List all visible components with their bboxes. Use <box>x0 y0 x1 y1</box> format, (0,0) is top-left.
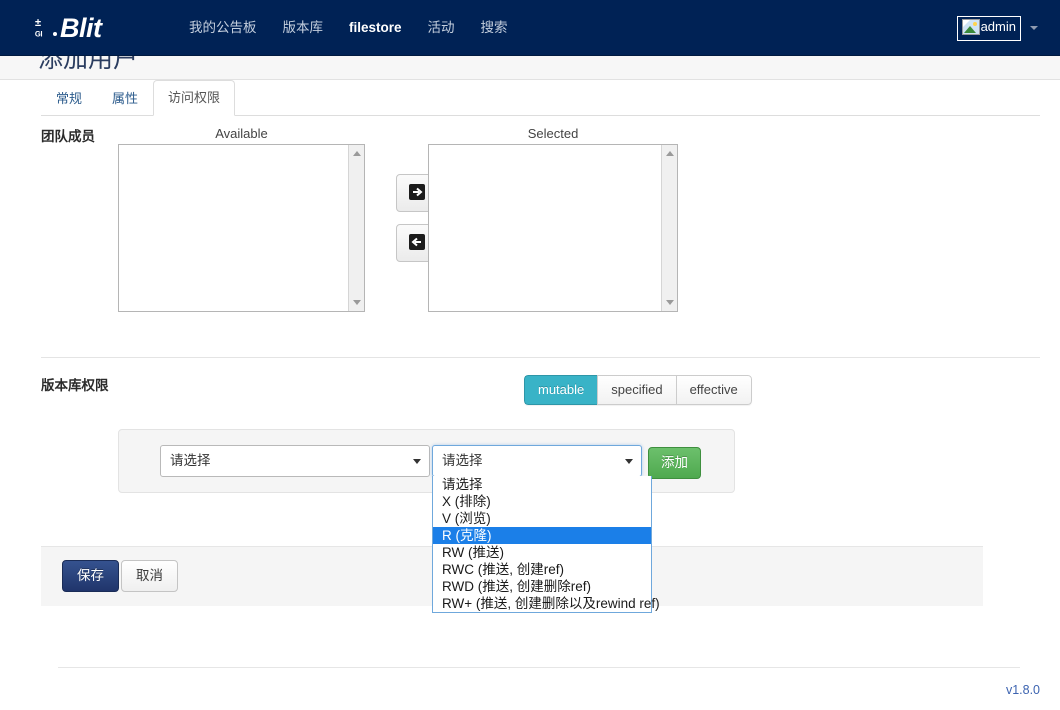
option-r-clone[interactable]: R (克隆) <box>433 527 651 544</box>
add-permission-button[interactable]: 添加 <box>648 447 701 479</box>
nav-link-board[interactable]: 我的公告板 <box>176 0 270 56</box>
permission-select[interactable]: 请选择 <box>432 445 642 477</box>
tab-bar: 常规 属性 访问权限 <box>41 80 1040 116</box>
repo-permissions-label: 版本库权限 <box>41 378 109 393</box>
option-rwplus-push-rewind[interactable]: RW+ (推送, 创建删除以及rewind ref) <box>433 595 660 612</box>
section-divider <box>41 357 1040 358</box>
caret-down-icon[interactable] <box>1030 26 1038 30</box>
user-menu[interactable]: admin <box>956 0 1038 56</box>
save-button[interactable]: 保存 <box>62 560 119 592</box>
brand-logo[interactable]: ± ᴳᴵ Blit <box>35 11 102 45</box>
user-name: admin <box>980 18 1016 34</box>
team-members-label: 团队成员 <box>41 129 95 144</box>
main-content: 常规 属性 访问权限 团队成员 Available Selected 版本库权限… <box>0 80 1060 613</box>
nav-links: 我的公告板 版本库 filestore 活动 搜索 <box>176 0 521 56</box>
broken-image-icon <box>961 18 980 35</box>
caret-down-icon <box>413 459 421 464</box>
view-mode-effective[interactable]: effective <box>675 375 752 405</box>
option-v-view[interactable]: V (浏览) <box>433 510 651 527</box>
scroll-up-icon[interactable] <box>666 151 674 156</box>
version-label[interactable]: v1.8.0 <box>1006 683 1040 697</box>
arrow-right-into-box-icon <box>408 183 426 204</box>
available-list[interactable] <box>118 144 365 312</box>
nav-link-search[interactable]: 搜索 <box>468 0 521 56</box>
nav-link-activity[interactable]: 活动 <box>415 0 468 56</box>
svg-text:ᴳᴵ: ᴳᴵ <box>35 30 43 41</box>
selected-list[interactable] <box>428 144 678 312</box>
arrow-left-into-box-icon <box>408 233 426 254</box>
scroll-down-icon[interactable] <box>353 300 361 305</box>
permission-view-toggle: mutable specified effective <box>524 375 752 405</box>
repository-select-value: 请选择 <box>170 453 211 468</box>
caret-down-icon <box>625 459 633 464</box>
scroll-down-icon[interactable] <box>666 300 674 305</box>
top-navbar: ± ᴳᴵ Blit 我的公告板 版本库 filestore 活动 搜索 admi… <box>0 0 1060 56</box>
git-logo-icon: ± ᴳᴵ <box>35 15 59 41</box>
tab-access-permissions[interactable]: 访问权限 <box>153 80 236 116</box>
svg-text:±: ± <box>35 17 41 29</box>
option-please-select[interactable]: 请选择 <box>433 476 651 493</box>
scroll-up-icon[interactable] <box>353 151 361 156</box>
cancel-button[interactable]: 取消 <box>121 560 178 592</box>
option-x-exclude[interactable]: X (排除) <box>433 493 651 510</box>
user-box[interactable]: admin <box>956 15 1021 41</box>
tab-attributes[interactable]: 属性 <box>97 82 153 116</box>
selected-list-scrollbar[interactable] <box>661 145 677 311</box>
view-mode-mutable[interactable]: mutable <box>524 375 598 405</box>
permission-select-value: 请选择 <box>442 453 483 468</box>
option-rw-push[interactable]: RW (推送) <box>433 544 651 561</box>
repository-select[interactable]: 请选择 <box>160 445 430 477</box>
permission-dropdown-options[interactable]: 请选择 X (排除) V (浏览) R (克隆) RW (推送) RWC (推送… <box>432 476 660 613</box>
option-rwd-push-create-delete[interactable]: RWD (推送, 创建删除ref) <box>433 578 651 595</box>
tab-general[interactable]: 常规 <box>41 82 97 116</box>
team-members-section: 团队成员 Available Selected <box>20 126 1040 333</box>
brand-name: Blit <box>60 12 102 43</box>
nav-link-repositories[interactable]: 版本库 <box>270 0 337 56</box>
option-rwc-push-create[interactable]: RWC (推送, 创建ref) <box>433 561 651 578</box>
available-header: Available <box>215 126 268 141</box>
available-list-scrollbar[interactable] <box>348 145 364 311</box>
view-mode-specified[interactable]: specified <box>597 375 676 405</box>
selected-header: Selected <box>527 126 579 141</box>
footer-divider <box>58 667 1020 668</box>
nav-link-filestore[interactable]: filestore <box>336 0 415 56</box>
